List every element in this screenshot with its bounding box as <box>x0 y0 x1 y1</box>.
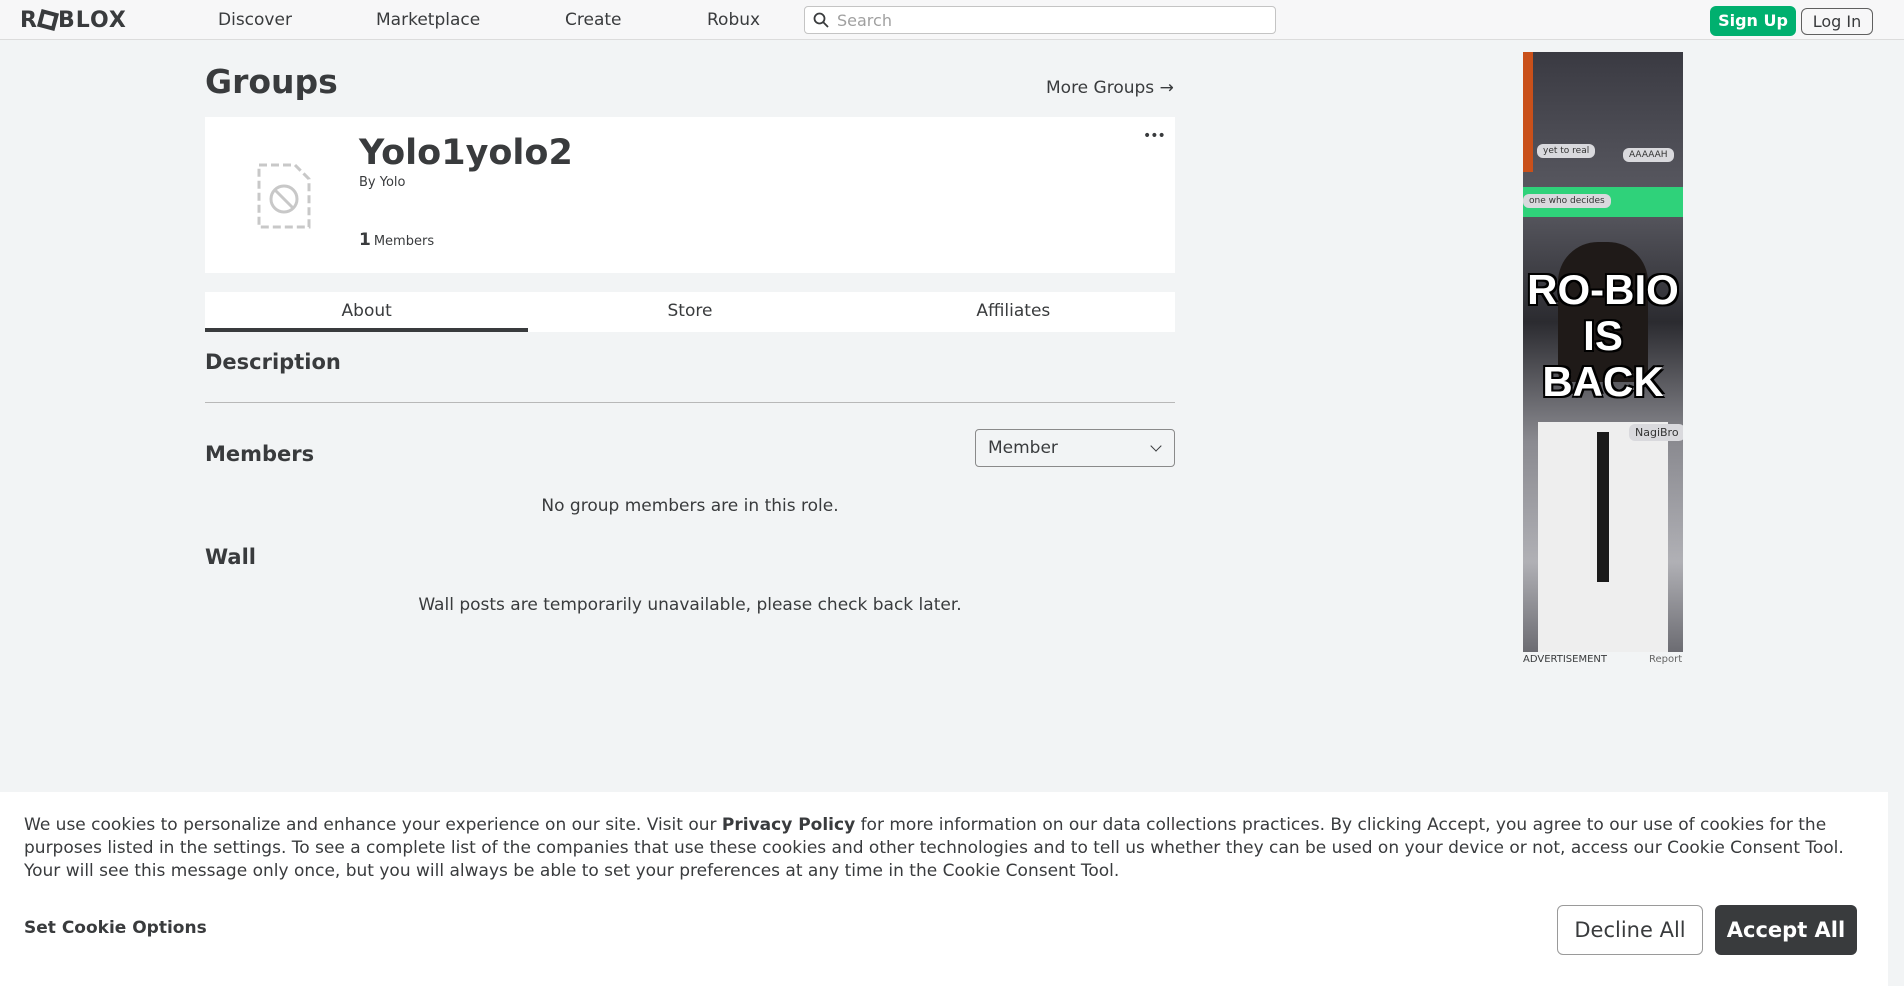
ad-report-link[interactable]: Report <box>1649 654 1682 665</box>
more-options-icon[interactable]: ••• <box>1143 129 1166 143</box>
more-groups-link[interactable]: More Groups → <box>1046 78 1174 98</box>
log-in-button[interactable]: Log In <box>1801 8 1873 35</box>
ad-chat-bubble: yet to real <box>1537 144 1596 158</box>
ad-name-tag: NagiBro <box>1629 424 1683 441</box>
logo-tilted-o-icon <box>36 8 59 32</box>
logo-text-end: BLOX <box>57 8 127 33</box>
advertisement-banner[interactable]: yet to real AAAAAH one who decides NagiB… <box>1523 52 1683 652</box>
group-tabs: About Store Affiliates <box>205 292 1175 332</box>
search-icon <box>813 12 829 28</box>
group-emblem-placeholder-icon <box>257 163 311 229</box>
member-count-number: 1 <box>359 230 371 250</box>
ad-art-strip <box>1523 52 1533 172</box>
member-count: 1 Members <box>359 230 434 250</box>
ad-chat-bubble: AAAAAH <box>1623 148 1674 162</box>
ad-headline-line: BACK <box>1542 358 1664 405</box>
search-input[interactable] <box>837 9 1267 31</box>
page-title: Groups <box>205 62 338 101</box>
roblox-logo[interactable]: R BLOX <box>20 8 127 33</box>
member-count-label: Members <box>373 234 435 249</box>
description-heading: Description <box>205 350 341 374</box>
sign-up-button[interactable]: Sign Up <box>1710 6 1796 36</box>
ad-headline-line: RO-BIO <box>1527 266 1679 313</box>
top-navigation-bar: R BLOX Discover Marketplace Create Robux … <box>0 0 1904 40</box>
wall-unavailable-message: Wall posts are temporarily unavailable, … <box>418 595 962 615</box>
logo-text-start: R <box>20 8 38 33</box>
group-owner-line: By Yolo <box>359 175 406 190</box>
ad-headline: RO-BIO IS BACK <box>1523 267 1683 405</box>
tab-about[interactable]: About <box>205 292 529 332</box>
group-name: Yolo1yolo2 <box>359 133 573 173</box>
nav-robux[interactable]: Robux <box>707 10 760 30</box>
owner-link[interactable]: Yolo <box>380 175 406 190</box>
cookie-message: We use cookies to personalize and enhanc… <box>24 814 1874 883</box>
accept-all-button[interactable]: Accept All <box>1715 905 1857 955</box>
nav-create[interactable]: Create <box>565 10 622 30</box>
role-select-value: Member <box>988 438 1058 458</box>
nav-discover[interactable]: Discover <box>218 10 292 30</box>
ad-headline-line: IS <box>1583 312 1623 359</box>
privacy-policy-link[interactable]: Privacy Policy <box>722 815 855 835</box>
set-cookie-options-link[interactable]: Set Cookie Options <box>24 918 207 938</box>
tab-affiliates[interactable]: Affiliates <box>852 292 1175 332</box>
members-heading: Members <box>205 442 315 466</box>
search-box[interactable] <box>804 6 1276 34</box>
ad-chat-bubble: one who decides <box>1523 194 1611 208</box>
role-select-dropdown[interactable]: Member <box>975 429 1175 467</box>
owner-prefix: By <box>359 175 376 190</box>
ad-character-tie <box>1597 432 1609 582</box>
tab-store[interactable]: Store <box>528 292 851 332</box>
members-empty-message: No group members are in this role. <box>541 496 839 516</box>
ad-label: ADVERTISEMENT <box>1523 654 1608 665</box>
decline-all-button[interactable]: Decline All <box>1557 905 1703 955</box>
cookie-consent-banner: We use cookies to personalize and enhanc… <box>0 792 1888 986</box>
chevron-down-icon <box>1150 440 1162 452</box>
wall-heading: Wall <box>205 545 256 569</box>
nav-marketplace[interactable]: Marketplace <box>376 10 480 30</box>
group-header-card: Yolo1yolo2 By Yolo 1 Members ••• <box>205 117 1175 273</box>
section-divider <box>205 402 1175 403</box>
cookie-text-start: We use cookies to personalize and enhanc… <box>24 815 722 835</box>
